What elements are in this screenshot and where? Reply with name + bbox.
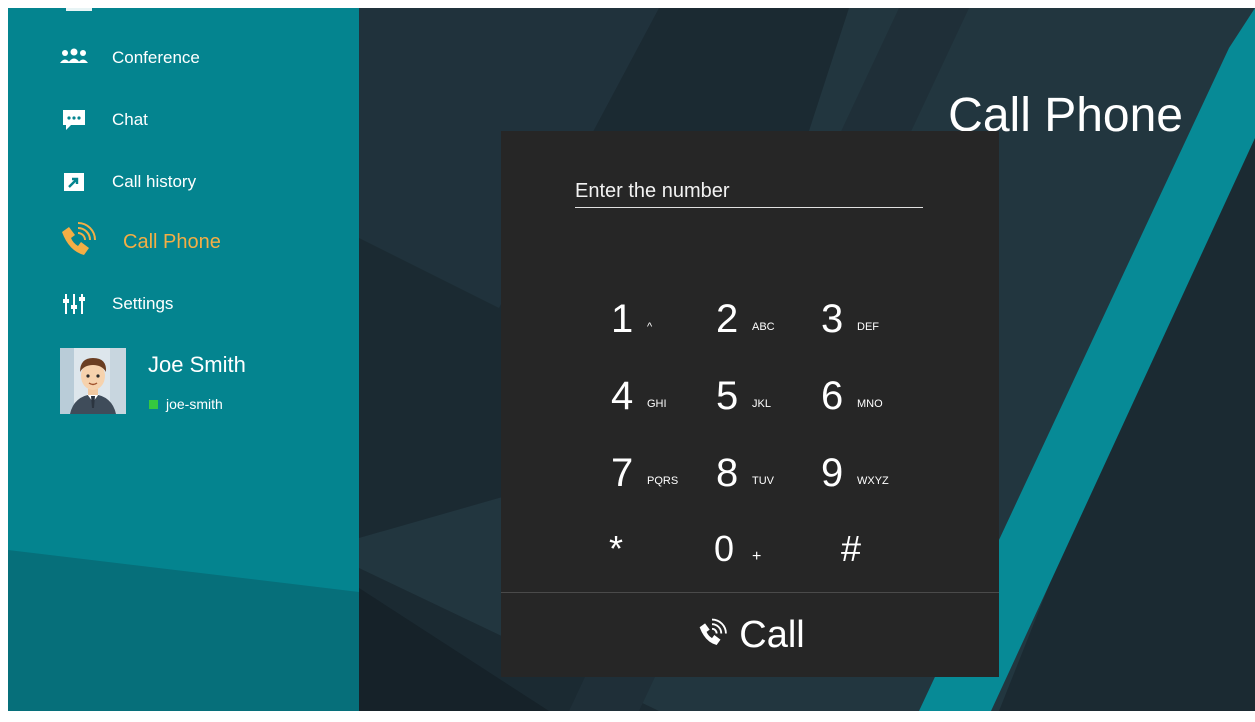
key-digit: *: [609, 528, 624, 569]
key-digit: 5: [716, 374, 739, 418]
key-6[interactable]: 6 MNO: [811, 374, 911, 434]
sidebar-item-label: Settings: [112, 294, 174, 313]
key-digit: 0: [714, 528, 735, 569]
key-digit: 4: [611, 374, 634, 418]
keypad: 1 ^ 2 ABC 3 DEF 4 GHI 5 JKL 6 MNO 7 PQRS…: [601, 297, 911, 587]
key-0[interactable]: 0 +: [706, 528, 806, 588]
key-letters: ^: [647, 321, 653, 333]
key-digit: 8: [716, 451, 739, 495]
key-digit: 7: [611, 451, 634, 495]
app-window: Conference Chat Call history Call Phone …: [8, 8, 1255, 711]
phone-ringing-icon: [56, 220, 100, 264]
key-1[interactable]: 1 ^: [601, 297, 701, 357]
user-handle: joe-smith: [166, 396, 223, 412]
sidebar-item-conference[interactable]: Conference: [8, 36, 359, 80]
chat-icon: [60, 106, 88, 134]
phone-number-input[interactable]: [575, 175, 923, 208]
key-letters: WXYZ: [857, 475, 889, 487]
dialer-panel: 1 ^ 2 ABC 3 DEF 4 GHI 5 JKL: [501, 131, 999, 677]
presence-status-indicator: [149, 400, 158, 409]
sidebar: Conference Chat Call history Call Phone …: [8, 8, 359, 711]
key-3[interactable]: 3 DEF: [811, 297, 911, 357]
sidebar-item-label: Conference: [112, 48, 200, 67]
key-letters: PQRS: [647, 475, 679, 487]
settings-sliders-icon: [60, 290, 88, 318]
key-letters: TUV: [752, 475, 774, 487]
avatar: [60, 348, 126, 414]
key-digit: 9: [821, 451, 844, 495]
key-hash[interactable]: #: [833, 528, 933, 588]
key-digit: #: [841, 528, 862, 569]
sidebar-item-chat[interactable]: Chat: [8, 98, 359, 142]
call-button-label: Call: [739, 613, 805, 656]
key-letters: GHI: [647, 398, 667, 410]
key-digit: 1: [611, 297, 634, 341]
menu-icon-fragment: [66, 8, 92, 11]
key-star[interactable]: *: [601, 528, 701, 588]
phone-ringing-icon: [695, 618, 729, 652]
key-letters: ABC: [752, 321, 775, 333]
key-8[interactable]: 8 TUV: [706, 451, 806, 511]
key-letters: JKL: [752, 398, 771, 410]
key-letters: MNO: [857, 398, 883, 410]
sidebar-item-settings[interactable]: Settings: [8, 282, 359, 326]
sidebar-item-label: Call history: [112, 172, 197, 191]
sidebar-item-label: Chat: [112, 110, 148, 129]
sidebar-item-call-history[interactable]: Call history: [8, 160, 359, 204]
key-9[interactable]: 9 WXYZ: [811, 451, 911, 511]
conference-icon: [60, 44, 88, 72]
call-button[interactable]: Call: [501, 593, 999, 677]
key-letters: DEF: [857, 321, 879, 333]
key-4[interactable]: 4 GHI: [601, 374, 701, 434]
key-digit: 2: [716, 297, 739, 341]
sidebar-item-call-phone[interactable]: Call Phone: [8, 220, 359, 264]
key-digit: 6: [821, 374, 844, 418]
user-profile[interactable]: Joe Smith joe-smith: [60, 348, 340, 416]
key-digit: 3: [821, 297, 844, 341]
key-7[interactable]: 7 PQRS: [601, 451, 701, 511]
sidebar-item-label: Call Phone: [123, 230, 221, 253]
key-2[interactable]: 2 ABC: [706, 297, 806, 357]
main-content: Call Phone 1 ^ 2 ABC 3 DEF 4 GHI: [359, 8, 1255, 711]
call-history-icon: [60, 168, 88, 196]
key-5[interactable]: 5 JKL: [706, 374, 806, 434]
user-name: Joe Smith: [148, 352, 246, 377]
key-letters: +: [752, 548, 762, 565]
